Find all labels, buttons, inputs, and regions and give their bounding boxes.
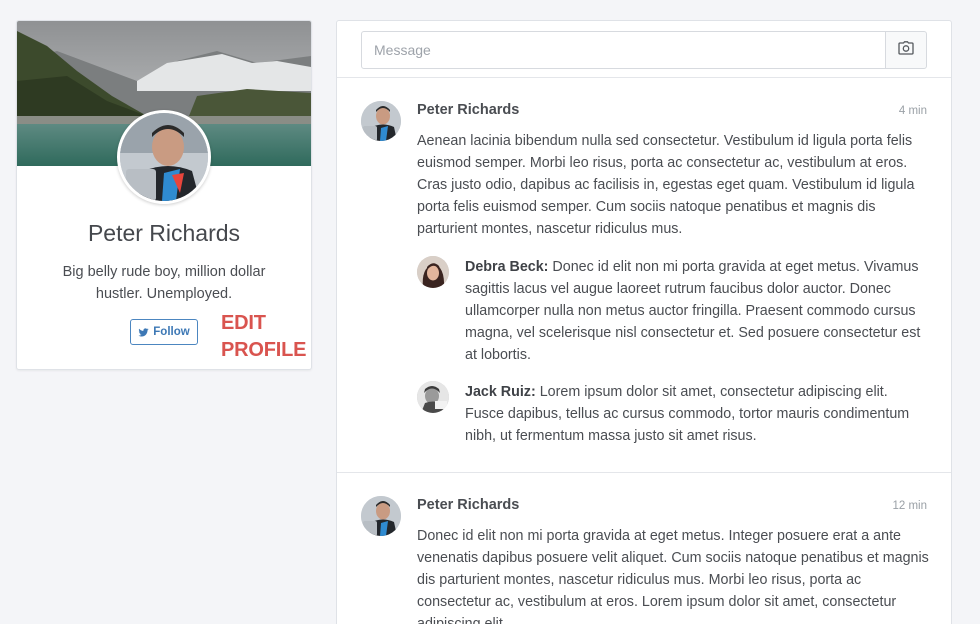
edit-profile-line-2: PROFILE	[221, 339, 307, 361]
twitter-icon	[138, 327, 149, 338]
reply-author-avatar[interactable]	[417, 256, 449, 288]
profile-avatar[interactable]	[117, 110, 211, 204]
post-author-avatar[interactable]	[361, 496, 401, 536]
profile-name: Peter Richards	[87, 220, 241, 246]
reply-author-name[interactable]: Debra Beck:	[465, 259, 548, 275]
post-timestamp: 4 min	[898, 105, 927, 117]
post-body: Aenean lacinia bibendum nulla sed consec…	[417, 133, 915, 237]
reply-author-name[interactable]: Jack Ruiz:	[465, 384, 536, 400]
reply-item: Jack Ruiz: Lorem ipsum dolor sit amet, c…	[465, 381, 929, 447]
feed-panel: Peter Richards 4 min Aenean lacinia bibe…	[336, 20, 952, 624]
edit-profile-line-1: EDIT	[221, 312, 266, 334]
post-body: Donec id elit non mi porta gravida at eg…	[417, 528, 929, 624]
profile-card: Peter Richards Big belly rude boy, milli…	[16, 20, 312, 370]
message-composer	[337, 21, 951, 78]
follow-button-label: Follow	[153, 326, 190, 338]
reply-item: Debra Beck: Donec id elit non mi porta g…	[465, 256, 929, 366]
follow-button[interactable]: Follow	[130, 319, 198, 345]
camera-icon	[898, 40, 914, 60]
post-author-name[interactable]: Peter Richards	[417, 497, 519, 513]
feed-post: Peter Richards 4 min Aenean lacinia bibe…	[337, 78, 951, 473]
post-author-avatar[interactable]	[361, 101, 401, 141]
post-author-name[interactable]: Peter Richards	[417, 102, 519, 118]
feed-post: Peter Richards 12 min Donec id elit non …	[337, 473, 951, 624]
post-timestamp: 12 min	[892, 500, 927, 512]
camera-button[interactable]	[885, 31, 927, 69]
profile-bio: Big belly rude boy, million dollar hustl…	[62, 264, 266, 302]
reply-author-avatar[interactable]	[417, 381, 449, 413]
edit-profile-link[interactable]: EDIT PROFILE	[221, 310, 311, 364]
message-input[interactable]	[361, 31, 887, 69]
